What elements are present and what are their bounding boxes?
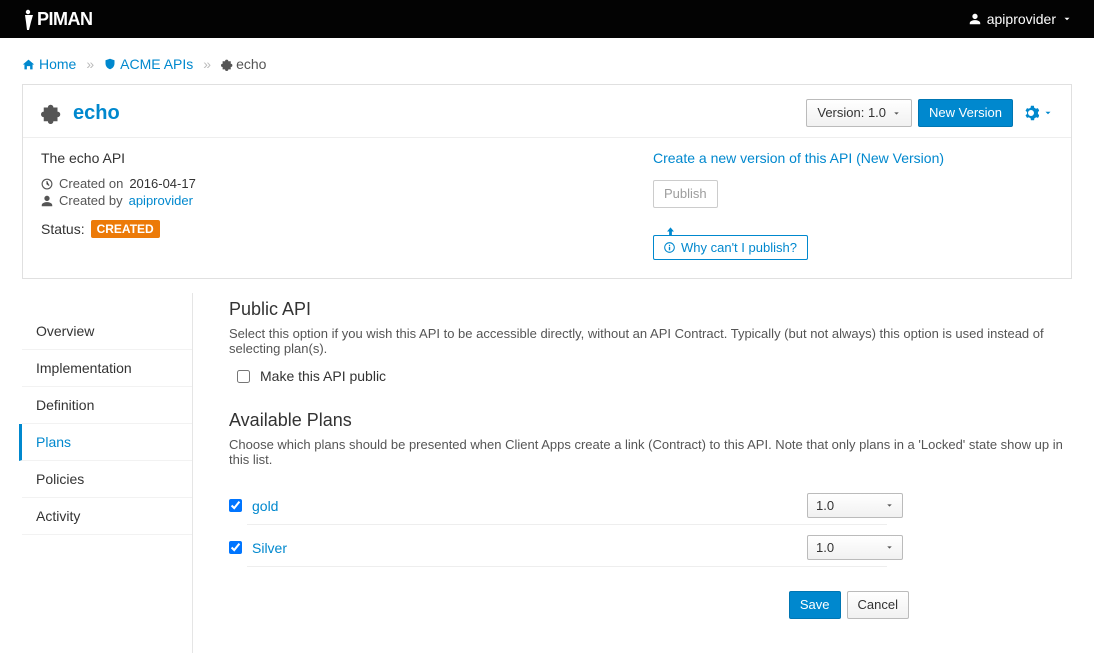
svg-text:PIMAN: PIMAN <box>37 9 93 29</box>
created-by-label: Created by <box>59 193 123 208</box>
version-select[interactable]: Version: 1.0 <box>806 99 912 127</box>
created-by-value[interactable]: apiprovider <box>129 193 193 208</box>
plan-version-value: 1.0 <box>816 498 834 513</box>
tab-implementation[interactable]: Implementation <box>22 350 192 387</box>
plan-checkbox[interactable] <box>229 541 242 554</box>
tab-activity[interactable]: Activity <box>22 498 192 535</box>
public-api-checkbox-label: Make this API public <box>260 368 386 384</box>
public-api-title: Public API <box>229 299 1072 320</box>
why-publish-label: Why can't I publish? <box>681 240 797 255</box>
breadcrumb-home-label: Home <box>39 56 76 72</box>
new-version-hint-link[interactable]: Create a new version of this API (New Ve… <box>653 150 1053 166</box>
publish-button[interactable]: Publish <box>653 180 718 208</box>
public-api-checkbox[interactable] <box>237 370 250 383</box>
status-badge: CREATED <box>91 220 160 238</box>
user-name: apiprovider <box>987 11 1056 27</box>
api-card: echo Version: 1.0 New Version <box>22 84 1072 279</box>
card-head: echo Version: 1.0 New Version <box>23 85 1071 138</box>
topbar: PIMAN apiprovider <box>0 0 1094 38</box>
chevron-down-icon <box>1062 14 1072 24</box>
plan-name-link[interactable]: gold <box>252 498 278 514</box>
version-select-label: Version: 1.0 <box>817 104 886 122</box>
tab-label: Overview <box>36 323 94 339</box>
breadcrumb-sep: » <box>86 56 94 72</box>
meta-right: Create a new version of this API (New Ve… <box>653 150 1053 260</box>
home-icon <box>22 58 35 71</box>
chevron-down-icon <box>885 543 894 552</box>
plan-checkbox[interactable] <box>229 499 242 512</box>
content-row: Overview Implementation Definition Plans… <box>22 293 1072 653</box>
logo: PIMAN <box>22 8 122 30</box>
footer-actions: Save Cancel <box>229 567 909 639</box>
tab-label: Activity <box>36 508 80 524</box>
shield-icon <box>104 58 116 70</box>
api-title: echo <box>41 102 120 125</box>
plans-title: Available Plans <box>229 410 1072 431</box>
created-by-line: Created by apiprovider <box>41 193 653 208</box>
tab-overview[interactable]: Overview <box>22 313 192 350</box>
save-label: Save <box>800 596 830 614</box>
plan-version-select[interactable]: 1.0 <box>807 535 903 560</box>
plan-row: Silver 1.0 <box>229 525 1072 566</box>
status-line: Status: CREATED <box>41 220 653 238</box>
puzzle-icon <box>221 58 234 71</box>
tab-policies[interactable]: Policies <box>22 461 192 498</box>
why-publish-wrap: Why can't I publish? <box>653 224 1053 260</box>
status-label: Status: <box>41 221 85 237</box>
tab-content: Public API Select this option if you wis… <box>193 293 1072 653</box>
breadcrumb-home[interactable]: Home <box>22 56 76 72</box>
card-body: The echo API Created on 2016-04-17 Creat… <box>23 138 1071 278</box>
info-icon <box>664 242 675 253</box>
plans-list: gold 1.0 Silver <box>229 483 1072 567</box>
tab-label: Plans <box>36 434 71 450</box>
api-name: echo <box>73 102 120 125</box>
plan-row: gold 1.0 <box>229 483 1072 524</box>
publish-label: Publish <box>664 185 707 203</box>
chevron-down-icon <box>1043 108 1053 118</box>
tab-label: Policies <box>36 471 84 487</box>
created-on-line: Created on 2016-04-17 <box>41 176 653 191</box>
meta-left: The echo API Created on 2016-04-17 Creat… <box>41 150 653 260</box>
created-on-label: Created on <box>59 176 123 191</box>
why-publish-button[interactable]: Why can't I publish? <box>653 235 808 260</box>
breadcrumb: Home » ACME APIs » echo <box>22 38 1072 84</box>
breadcrumb-org[interactable]: ACME APIs <box>104 56 193 72</box>
plans-desc: Choose which plans should be presented w… <box>229 437 1072 467</box>
gear-icon <box>1023 105 1039 121</box>
chevron-down-icon <box>892 109 901 118</box>
arrow-up-icon <box>665 226 1065 237</box>
settings-menu[interactable] <box>1023 105 1053 121</box>
breadcrumb-api-label: echo <box>236 56 266 72</box>
tab-label: Implementation <box>36 360 132 376</box>
new-version-label: New Version <box>929 104 1002 122</box>
api-description: The echo API <box>41 150 653 166</box>
cancel-button[interactable]: Cancel <box>847 591 909 619</box>
public-api-desc: Select this option if you wish this API … <box>229 326 1072 356</box>
tab-label: Definition <box>36 397 94 413</box>
chevron-down-icon <box>885 501 894 510</box>
new-version-button[interactable]: New Version <box>918 99 1013 127</box>
breadcrumb-sep: » <box>203 56 211 72</box>
public-api-checkbox-row: Make this API public <box>237 368 1072 384</box>
plan-name-link[interactable]: Silver <box>252 540 287 556</box>
breadcrumb-api: echo <box>221 56 266 72</box>
clock-icon <box>41 178 53 190</box>
user-menu[interactable]: apiprovider <box>969 11 1072 27</box>
apiman-logo-icon: PIMAN <box>22 8 122 30</box>
plan-version-value: 1.0 <box>816 540 834 555</box>
side-nav: Overview Implementation Definition Plans… <box>22 293 193 653</box>
puzzle-icon <box>41 102 63 124</box>
tab-plans[interactable]: Plans <box>19 424 192 461</box>
cancel-label: Cancel <box>858 596 898 614</box>
user-icon <box>41 195 53 207</box>
breadcrumb-org-label: ACME APIs <box>120 56 193 72</box>
tab-definition[interactable]: Definition <box>22 387 192 424</box>
save-button[interactable]: Save <box>789 591 841 619</box>
plan-version-select[interactable]: 1.0 <box>807 493 903 518</box>
head-actions: Version: 1.0 New Version <box>806 99 1053 127</box>
created-on-value: 2016-04-17 <box>129 176 196 191</box>
user-icon <box>969 13 981 25</box>
